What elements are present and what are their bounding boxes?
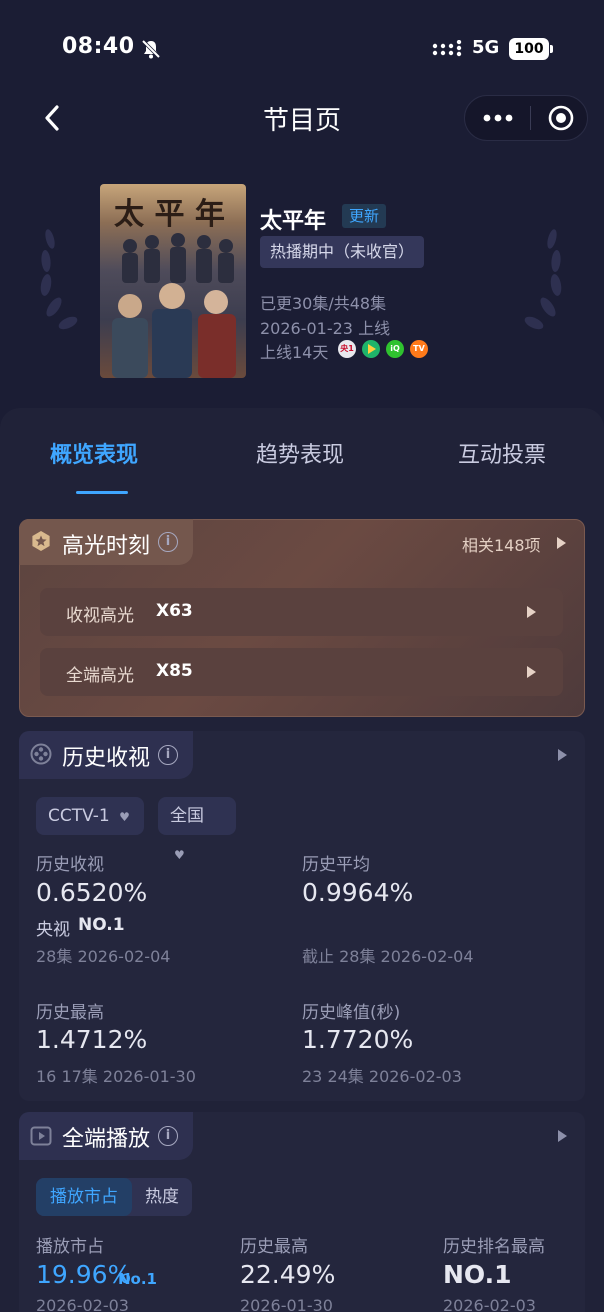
update-badge: 更新 [342, 204, 387, 228]
days-online: 上线14天 [260, 343, 329, 362]
toggle-market-share[interactable]: 播放市占 [36, 1178, 132, 1216]
program-poster[interactable]: 太 平 年 [100, 184, 246, 378]
tab-trend[interactable]: 趋势表现 [256, 437, 344, 469]
bell-muted-icon [141, 39, 161, 59]
close-target-icon[interactable] [547, 104, 575, 132]
stat-rank: No.1 [118, 1270, 157, 1288]
status-time: 08:40 [62, 34, 135, 59]
highlight-row-value: X85 [156, 661, 193, 681]
tab-overview[interactable]: 概览表现 [50, 437, 138, 469]
more-icon[interactable] [482, 110, 514, 126]
platform-mango-icon: TV [410, 340, 428, 358]
play-arrow-icon[interactable] [527, 666, 536, 678]
stat-value: 0.9964% [302, 878, 414, 907]
streaming-arrow-icon[interactable] [558, 1130, 567, 1142]
highlights-related-link[interactable]: 相关148项 [462, 532, 541, 556]
signal-icon [432, 40, 462, 57]
streaming-title: 全端播放 [62, 1127, 151, 1152]
toggle-heat[interactable]: 热度 [132, 1178, 192, 1216]
network-type: 5G [472, 37, 500, 58]
highlights-info-icon[interactable]: i [158, 532, 178, 552]
stat-detail: 23 24集 2026-02-03 [302, 1067, 462, 1086]
platform-cctv1-icon: 央1 [338, 340, 356, 358]
highlight-row-label: 全端高光 [66, 666, 134, 686]
highlight-row-value: X63 [156, 601, 193, 621]
ratings-title: 历史收视 [62, 746, 151, 771]
stat-label: 历史最高 [240, 1237, 308, 1257]
stat-rank: NO.1 [78, 915, 125, 935]
poster-art: 太 平 年 [112, 197, 236, 378]
highlight-row-label: 收视高光 [66, 606, 134, 626]
program-title: 太平年 [260, 209, 327, 234]
stat-value: 0.6520% [36, 878, 148, 907]
capsule-divider [530, 106, 531, 130]
stat-detail: 2026-02-03 [36, 1296, 129, 1312]
star-badge-icon [32, 531, 50, 551]
stat-label: 播放市占 [36, 1237, 104, 1257]
tab-vote[interactable]: 互动投票 [458, 437, 546, 469]
play-square-icon [30, 1126, 52, 1146]
ratings-arrow-icon[interactable] [558, 749, 567, 761]
premiere-date: 2026-01-23 上线 [260, 319, 391, 338]
channel-select[interactable]: CCTV-1 ♥ [36, 797, 144, 835]
stat-label: 历史平均 [302, 855, 370, 875]
stat-label: 历史最高 [36, 1003, 104, 1023]
laurel-left-icon [40, 229, 78, 330]
stat-label: 历史峰值(秒) [302, 1003, 401, 1023]
highlights-arrow-icon[interactable] [557, 537, 566, 549]
laurel-right-icon [524, 229, 562, 330]
airing-status-badge: 热播期中（未收官） [260, 236, 425, 268]
stat-rank-prefix: 央视 [36, 920, 70, 940]
stat-detail: 截止 28集 2026-02-04 [302, 947, 474, 966]
platform-iqiyi-icon: iQ [386, 340, 404, 358]
region-select-value: 全国 [170, 806, 204, 826]
active-tab-underline [76, 491, 128, 494]
film-reel-icon [30, 743, 52, 765]
stat-value: 1.7720% [302, 1025, 414, 1054]
battery-indicator: 100 [509, 38, 549, 60]
stat-value: NO.1 [443, 1260, 512, 1289]
chevron-down-icon: ♥ [119, 810, 130, 824]
episode-count: 已更30集/共48集 [260, 294, 387, 313]
chevron-down-icon: ♥ [174, 848, 185, 862]
stat-detail: 2026-01-30 [240, 1296, 333, 1312]
region-select[interactable]: 全国 ♥ [158, 797, 236, 862]
svg-text:太 平 年: 太 平 年 [114, 197, 225, 232]
stat-value: 1.4712% [36, 1025, 148, 1054]
streaming-info-icon[interactable]: i [158, 1126, 178, 1146]
ratings-info-icon[interactable]: i [158, 745, 178, 765]
stat-label: 历史排名最高 [443, 1237, 545, 1257]
stat-detail: 2026-02-03 [443, 1296, 536, 1312]
stat-detail: 16 17集 2026-01-30 [36, 1067, 196, 1086]
platform-tencent-icon [362, 340, 380, 358]
play-arrow-icon[interactable] [527, 606, 536, 618]
stat-value: 22.49% [240, 1260, 336, 1289]
battery-tip [550, 45, 553, 53]
highlights-title: 高光时刻 [62, 534, 151, 559]
stat-label: 历史收视 [36, 855, 104, 875]
channel-select-value: CCTV-1 [48, 806, 110, 826]
stat-detail: 28集 2026-02-04 [36, 947, 171, 966]
